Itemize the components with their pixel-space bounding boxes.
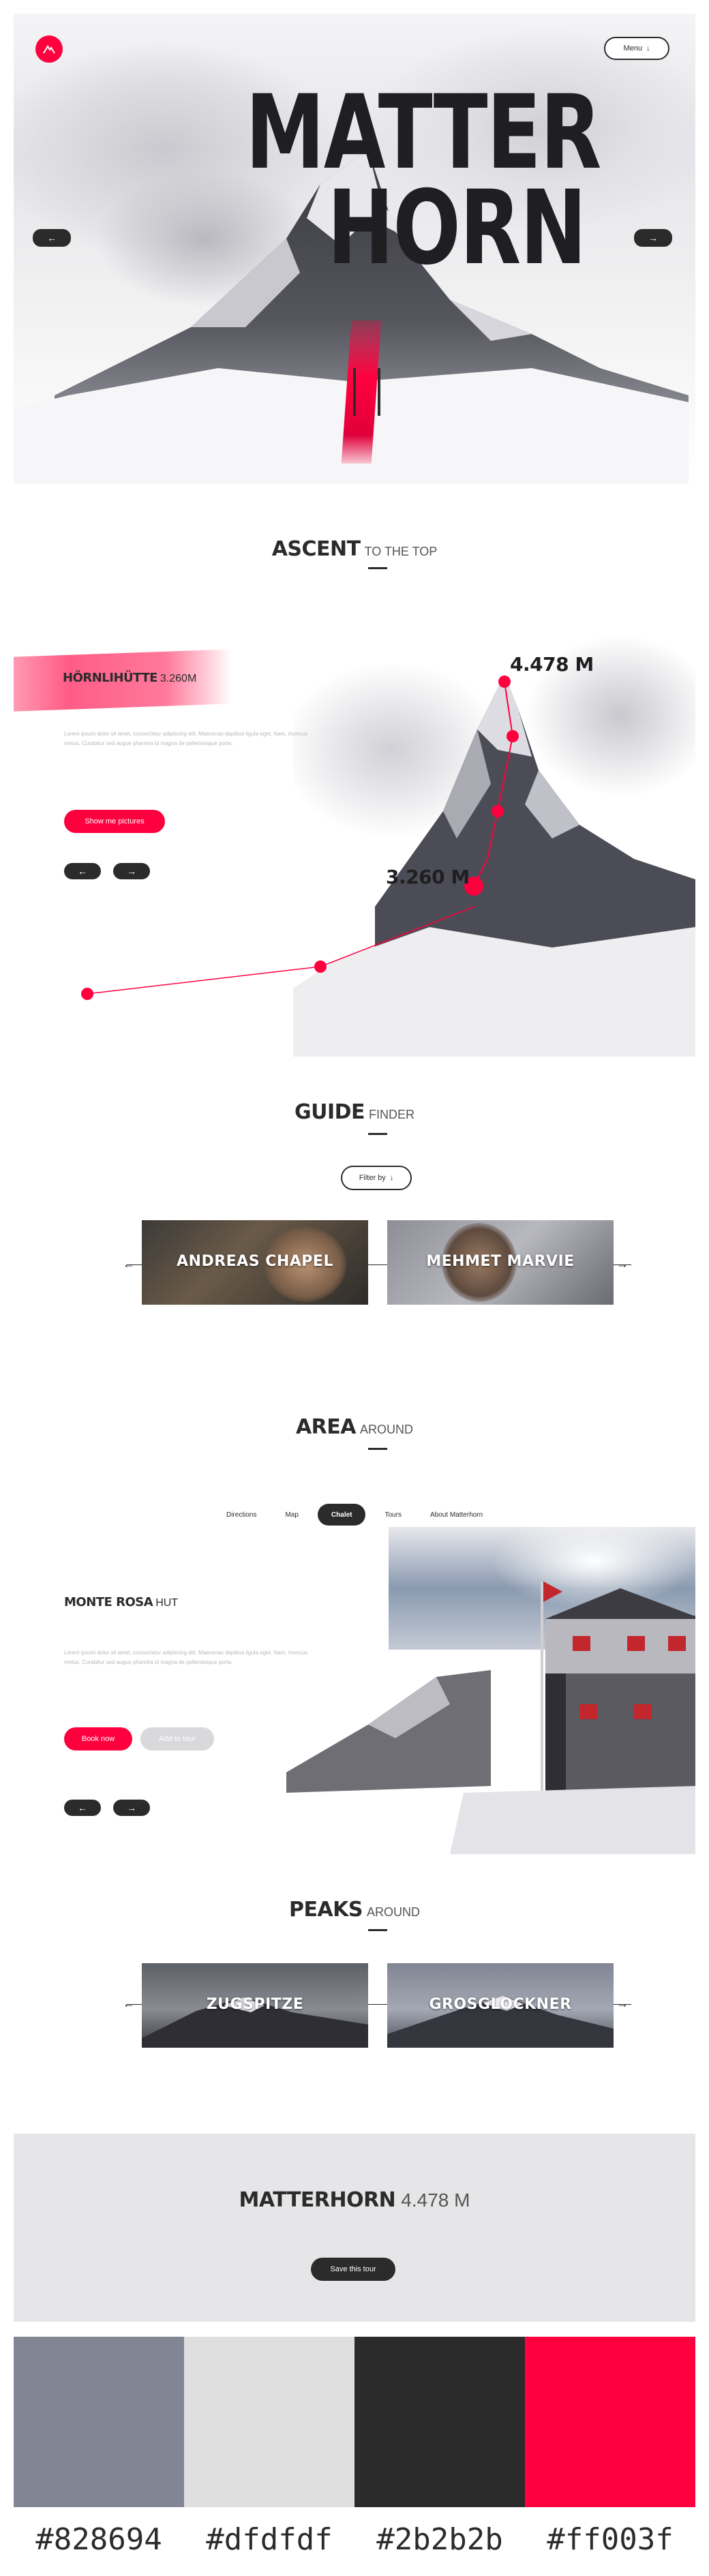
hero-title-line2: HORN xyxy=(327,169,587,288)
guide-card-label: ANDREAS CHAPEL xyxy=(177,1253,333,1270)
ascent-next-button[interactable]: → xyxy=(113,863,150,879)
ascent-heading-light: TO THE TOP xyxy=(364,545,438,558)
footer-title-light: 4.478 M xyxy=(401,2189,470,2211)
arrow-left-icon[interactable]: ← xyxy=(123,1997,135,2011)
peaks-heading: PEAKS AROUND xyxy=(0,1898,709,1922)
peak-card-label: GROSGLOCKNER xyxy=(429,1996,572,2013)
hero-brackets xyxy=(353,368,380,416)
arrow-left-icon: ← xyxy=(78,1802,87,1813)
guide-heading-light: FINDER xyxy=(369,1108,415,1121)
hut-altitude-label: 3.260 M xyxy=(386,866,470,888)
arrow-right-icon: → xyxy=(648,232,658,243)
show-pictures-button[interactable]: Show me pictures xyxy=(64,810,165,833)
peaks-heading-light: AROUND xyxy=(367,1905,421,1919)
footer-panel xyxy=(14,2134,695,2322)
peak-card-label: ZUGSPITZE xyxy=(206,1996,304,2013)
area-heading-bold: AREA xyxy=(295,1415,357,1439)
guide-card[interactable]: MEHMET MARVIE xyxy=(387,1220,614,1305)
chevron-down-icon: ↓ xyxy=(646,44,650,52)
hero-prev-button[interactable]: ← xyxy=(33,229,71,247)
ascent-heading-underline xyxy=(368,567,387,569)
area-subtitle-light: HUT xyxy=(155,1597,179,1609)
chalet-image xyxy=(286,1500,695,1854)
route-line xyxy=(81,906,475,1000)
arrow-right-icon: → xyxy=(127,866,136,877)
tab-directions[interactable]: Directions xyxy=(217,1504,266,1526)
peak-card[interactable]: GROSGLOCKNER xyxy=(387,1963,614,2048)
area-next-button[interactable]: → xyxy=(113,1800,150,1816)
palette-label: #2b2b2b xyxy=(376,2522,503,2557)
area-prev-button[interactable]: ← xyxy=(64,1800,101,1816)
save-tour-button[interactable]: Save this tour xyxy=(311,2258,395,2281)
palette-label: #828694 xyxy=(35,2522,162,2557)
palette-label: #ff003f xyxy=(547,2522,674,2557)
area-paragraph: Lorem ipsum dolor sit amet, consectetur … xyxy=(64,1650,308,1665)
area-heading-underline xyxy=(368,1448,387,1450)
palette-swatch xyxy=(525,2337,695,2507)
chevron-down-icon: ↓ xyxy=(389,1174,394,1182)
footer-title-bold: MATTERHORN xyxy=(239,2188,396,2212)
hero-next-button[interactable]: → xyxy=(634,229,672,247)
arrow-left-icon[interactable]: ← xyxy=(123,1257,135,1271)
palette-swatch xyxy=(184,2337,354,2507)
arrow-right-icon[interactable]: → xyxy=(616,1257,629,1271)
logo-button[interactable] xyxy=(35,35,63,63)
area-heading: AREA AROUND xyxy=(0,1415,709,1439)
peaks-heading-underline xyxy=(368,1929,387,1931)
book-now-button[interactable]: Book now xyxy=(64,1727,132,1751)
filter-button[interactable]: Filter by ↓ xyxy=(341,1166,412,1190)
ascent-subtitle-bold: HÖRNLIHÜTTE xyxy=(63,671,157,685)
palette-label: #dfdfdf xyxy=(206,2522,333,2557)
guide-heading-underline xyxy=(368,1133,387,1135)
ascent-prev-button[interactable]: ← xyxy=(64,863,101,879)
ascent-heading: ASCENT TO THE TOP xyxy=(0,537,709,561)
ascent-paragraph: Lorem ipsum dolor sit amet, consectetur … xyxy=(64,731,308,746)
color-palette xyxy=(14,2337,695,2507)
hero-section: Menu ↓ MATTER HORN ← → xyxy=(14,14,695,484)
guide-card-label: MEHMET MARVIE xyxy=(426,1253,575,1270)
area-subtitle-bold: MONTE ROSA xyxy=(64,1595,153,1609)
peak-card[interactable]: ZUGSPITZE xyxy=(142,1963,368,2048)
palette-swatch xyxy=(354,2337,525,2507)
arrow-left-icon: ← xyxy=(47,232,57,243)
ascent-subtitle-light: 3.260M xyxy=(160,673,197,684)
area-subtitle: MONTE ROSA HUT xyxy=(64,1595,178,1609)
filter-label: Filter by xyxy=(359,1174,386,1182)
palette-labels: #828694 #dfdfdf #2b2b2b #ff003f xyxy=(14,2522,695,2557)
menu-label: Menu xyxy=(623,44,643,52)
chalet-landscape-svg xyxy=(286,1581,695,1854)
palette-swatch xyxy=(14,2337,184,2507)
guide-heading-bold: GUIDE xyxy=(294,1100,365,1124)
guide-heading: GUIDE FINDER xyxy=(0,1100,709,1124)
add-to-tour-button[interactable]: Add to tour xyxy=(140,1727,214,1751)
peaks-heading-bold: PEAKS xyxy=(288,1898,363,1922)
area-heading-light: AROUND xyxy=(360,1423,414,1436)
mountain-logo-icon xyxy=(43,45,55,54)
ascent-heading-bold: ASCENT xyxy=(271,537,361,561)
ascent-subtitle: HÖRNLIHÜTTE 3.260M xyxy=(63,671,196,685)
arrow-right-icon: → xyxy=(127,1802,136,1813)
menu-button[interactable]: Menu ↓ xyxy=(604,37,669,60)
guide-card[interactable]: ANDREAS CHAPEL xyxy=(142,1220,368,1305)
arrow-right-icon[interactable]: → xyxy=(616,1997,629,2011)
peak-altitude-label: 4.478 M xyxy=(510,653,594,676)
arrow-left-icon: ← xyxy=(78,866,87,877)
footer-title: MATTERHORN 4.478 M xyxy=(0,2188,709,2212)
